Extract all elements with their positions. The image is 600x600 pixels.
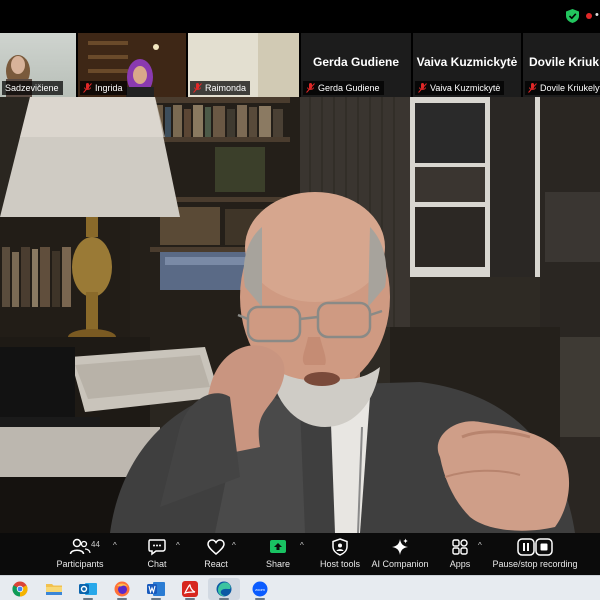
participant-tile[interactable]: Raimonda [188, 33, 299, 97]
chrome-taskbar-button[interactable] [4, 578, 36, 600]
participant-name: Gerda Gudiene [318, 83, 380, 93]
chat-label: Chat [147, 559, 167, 569]
os-taskbar: zoom [0, 575, 600, 600]
edge-taskbar-button[interactable] [208, 578, 240, 600]
ai-companion-sparkle-icon [392, 538, 408, 555]
chat-icon [148, 539, 166, 556]
react-chevron-up-icon[interactable]: ^ [232, 541, 236, 550]
chat-button[interactable]: Chat [137, 537, 177, 573]
speaker-video-frame [0, 97, 600, 533]
participant-name: Ingrida [95, 83, 123, 93]
participant-tile[interactable]: Sadzevičiene [0, 33, 76, 97]
recording-controls-label: Pause/stop recording [492, 559, 578, 569]
ai-companion-button[interactable]: AI Companion [370, 537, 430, 573]
recording-indicator-label: • [595, 9, 599, 21]
participant-name: Sadzevičiene [5, 83, 59, 93]
active-speaker-video[interactable] [0, 97, 600, 533]
participants-chevron-up-icon[interactable]: ^ [113, 541, 117, 550]
host-tools-shield-icon [332, 538, 348, 556]
mic-muted-icon [418, 83, 427, 93]
firefox-icon [114, 581, 130, 597]
recording-indicator-icon [586, 13, 592, 19]
word-icon [147, 582, 165, 596]
outlook-taskbar-button[interactable] [72, 578, 104, 600]
participant-name: Vaiva Kuzmickytė [430, 83, 501, 93]
top-bar: • [0, 0, 600, 33]
outlook-icon [79, 583, 97, 595]
firefox-taskbar-button[interactable] [106, 578, 138, 600]
mic-muted-icon [306, 83, 315, 93]
participant-name: Dovile Kriukelyt [540, 83, 600, 93]
pause-stop-recording-icon [517, 538, 553, 556]
participant-tile[interactable]: Gerda Gudiene Gerda Gudiene [301, 33, 411, 97]
share-chevron-up-icon[interactable]: ^ [300, 541, 304, 550]
gallery-strip: Sadzevičiene Ingrida Raimonda Gerda Gudi… [0, 33, 600, 97]
ai-companion-label: AI Companion [371, 559, 429, 569]
chrome-icon [12, 581, 28, 597]
mic-muted-icon [193, 83, 202, 93]
participant-display-name: Dovile Kriuk [529, 55, 600, 69]
participant-display-name: Gerda Gudiene [312, 55, 400, 69]
share-label: Share [265, 559, 291, 569]
mic-muted-icon [528, 83, 537, 93]
recording-controls-button[interactable]: Pause/stop recording [490, 537, 580, 573]
meeting-toolbar: Participants 44 ^ Chat ^ React ^ Share ^… [0, 533, 600, 575]
react-button[interactable]: React [196, 537, 236, 573]
participant-tile[interactable]: Ingrida [78, 33, 186, 97]
chat-chevron-up-icon[interactable]: ^ [176, 541, 180, 550]
participants-label: Participants [56, 559, 104, 569]
acrobat-icon [182, 581, 198, 597]
apps-button[interactable]: Apps [442, 537, 478, 573]
share-button[interactable]: Share [258, 537, 298, 573]
react-label: React [204, 559, 228, 569]
mic-muted-icon [83, 83, 92, 93]
participant-count: 44 [91, 540, 100, 549]
react-heart-icon [207, 539, 225, 555]
file-explorer-taskbar-button[interactable] [38, 578, 70, 600]
zoom-taskbar-button[interactable]: zoom [244, 578, 276, 600]
encryption-shield-icon[interactable] [566, 9, 579, 23]
share-screen-icon [270, 540, 286, 553]
apps-chevron-up-icon[interactable]: ^ [478, 541, 482, 550]
participant-tile[interactable]: Vaiva Kuzmickytė Vaiva Kuzmickytė [413, 33, 521, 97]
participant-display-name: Vaiva Kuzmickytė [416, 55, 518, 69]
apps-label: Apps [449, 559, 471, 569]
apps-grid-icon [452, 539, 468, 555]
zoom-icon: zoom [252, 581, 268, 597]
participant-tile[interactable]: Dovile Kriuk Dovile Kriukelyt [523, 33, 600, 97]
participant-name: Raimonda [205, 83, 247, 93]
word-taskbar-button[interactable] [140, 578, 172, 600]
host-tools-label: Host tools [319, 559, 361, 569]
host-tools-button[interactable]: Host tools [316, 537, 364, 573]
participants-icon [69, 538, 91, 555]
edge-icon [216, 581, 232, 597]
svg-text:zoom: zoom [255, 587, 265, 592]
acrobat-taskbar-button[interactable] [174, 578, 206, 600]
file-explorer-icon [46, 584, 62, 595]
